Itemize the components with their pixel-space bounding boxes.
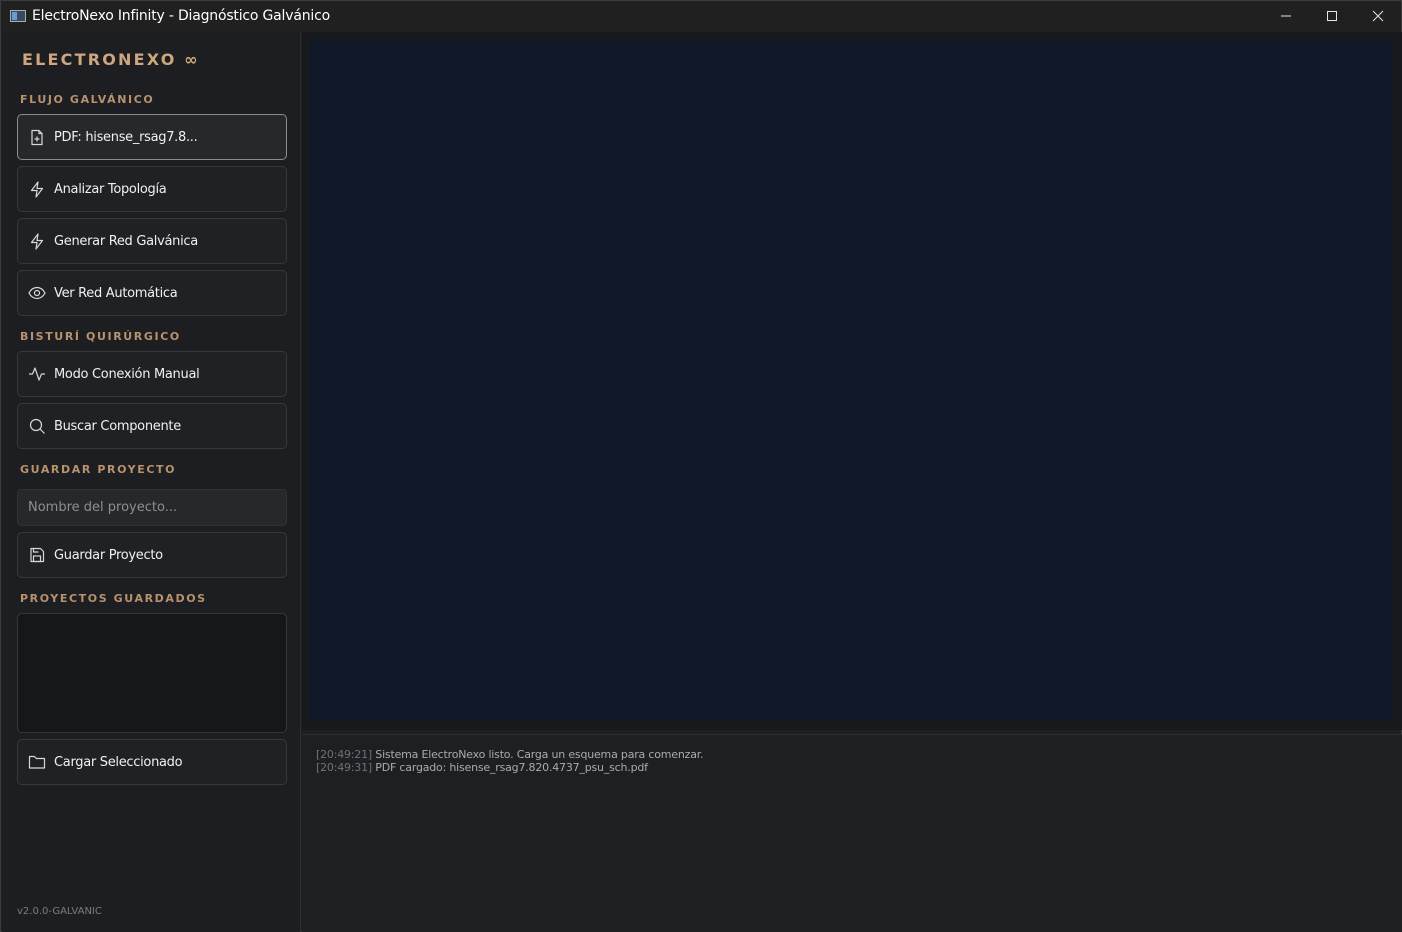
minimize-button[interactable]: [1263, 1, 1309, 31]
schematic-canvas[interactable]: [310, 40, 1393, 720]
app-window: ElectroNexo Infinity - Diagnóstico Galvá…: [0, 0, 1402, 932]
load-selected-button[interactable]: Cargar Seleccionado: [17, 739, 287, 785]
log-message: Sistema ElectroNexo listo. Carga un esqu…: [375, 748, 704, 761]
log-line: [20:49:21] Sistema ElectroNexo listo. Ca…: [316, 748, 1402, 761]
view-network-label: Ver Red Automática: [54, 285, 178, 301]
section-label-proyectos: PROYECTOS GUARDADOS: [20, 592, 207, 605]
log-message: PDF cargado: hisense_rsag7.820.4737_psu_…: [375, 761, 648, 774]
brand-logo: ELECTRONEXO ∞: [22, 50, 200, 69]
pulse-icon: [28, 365, 46, 383]
maximize-button[interactable]: [1309, 1, 1355, 31]
window-controls: [1263, 1, 1401, 31]
window-title: ElectroNexo Infinity - Diagnóstico Galvá…: [32, 8, 330, 24]
title-bar: ElectroNexo Infinity - Diagnóstico Galvá…: [1, 1, 1401, 31]
section-label-bisturi: BISTURÍ QUIRÚRGICO: [20, 330, 181, 343]
folder-icon: [28, 753, 46, 771]
file-plus-icon: [28, 128, 46, 146]
save-project-button[interactable]: Guardar Proyecto: [17, 532, 287, 578]
load-selected-label: Cargar Seleccionado: [54, 754, 183, 770]
save-project-label: Guardar Proyecto: [54, 547, 163, 563]
project-name-input[interactable]: [17, 489, 287, 526]
version-label: v2.0.0-GALVANIC: [17, 906, 102, 917]
section-label-guardar: GUARDAR PROYECTO: [20, 463, 177, 476]
generate-network-button[interactable]: Generar Red Galvánica: [17, 218, 287, 264]
manual-connection-button[interactable]: Modo Conexión Manual: [17, 351, 287, 397]
app-icon: [10, 10, 26, 22]
load-pdf-label: PDF: hisense_rsag7.8...: [54, 129, 198, 145]
close-button[interactable]: [1355, 1, 1401, 31]
close-icon: [1372, 10, 1384, 22]
maximize-icon: [1327, 11, 1337, 21]
bolt-icon: [28, 232, 46, 250]
eye-icon: [28, 284, 46, 302]
manual-connection-label: Modo Conexión Manual: [54, 366, 200, 382]
bolt-icon: [28, 180, 46, 198]
log-line: [20:49:31] PDF cargado: hisense_rsag7.82…: [316, 761, 1402, 774]
view-network-button[interactable]: Ver Red Automática: [17, 270, 287, 316]
log-timestamp: [20:49:31]: [316, 761, 372, 774]
minimize-icon: [1281, 15, 1291, 17]
sidebar: ELECTRONEXO ∞ FLUJO GALVÁNICO PDF: hisen…: [2, 32, 301, 932]
search-component-label: Buscar Componente: [54, 418, 181, 434]
load-pdf-button[interactable]: PDF: hisense_rsag7.8...: [17, 114, 287, 160]
search-icon: [28, 417, 46, 435]
log-timestamp: [20:49:21]: [316, 748, 372, 761]
generate-network-label: Generar Red Galvánica: [54, 233, 198, 249]
search-component-button[interactable]: Buscar Componente: [17, 403, 287, 449]
section-label-flujo: FLUJO GALVÁNICO: [20, 93, 155, 106]
analyze-topology-label: Analizar Topología: [54, 181, 167, 197]
log-console: [20:49:21] Sistema ElectroNexo listo. Ca…: [302, 734, 1402, 932]
canvas-container: [302, 32, 1402, 730]
analyze-topology-button[interactable]: Analizar Topología: [17, 166, 287, 212]
save-icon: [28, 546, 46, 564]
saved-projects-list[interactable]: [17, 613, 287, 733]
